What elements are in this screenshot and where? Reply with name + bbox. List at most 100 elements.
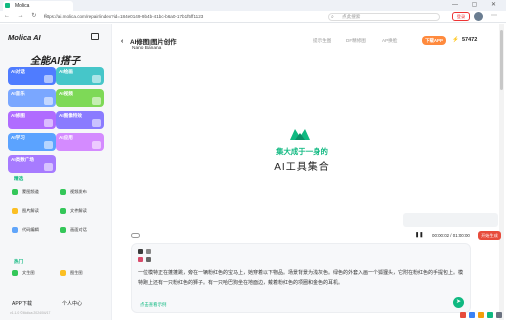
tool-tile-icon bbox=[92, 119, 101, 127]
list-item-icon bbox=[60, 189, 66, 195]
tab-face-swap[interactable]: AP换脸 bbox=[382, 38, 397, 44]
attachment-icon[interactable] bbox=[146, 249, 151, 254]
list-item-icon bbox=[12, 227, 18, 233]
tool-tile-icon bbox=[92, 141, 101, 149]
tool-tile-label: AI学习 bbox=[11, 135, 25, 140]
tool-tile[interactable]: AI图像特效 bbox=[56, 111, 104, 129]
tool-tile-label: AI应用 bbox=[59, 135, 73, 140]
hero-title: AI工具集合 bbox=[274, 162, 330, 173]
taskbar-app-icon[interactable] bbox=[460, 312, 466, 318]
taskbar-app-icon[interactable] bbox=[478, 312, 484, 318]
browser-titlebar bbox=[0, 0, 506, 11]
profile-avatar[interactable] bbox=[474, 12, 483, 21]
app-logo[interactable]: Molica AI bbox=[8, 33, 41, 42]
tool-tile-icon bbox=[44, 75, 53, 83]
list-item-label: 文件解读 bbox=[70, 208, 87, 213]
tool-tile[interactable]: AI对话 bbox=[8, 67, 56, 85]
list-item-icon bbox=[12, 270, 18, 276]
prompt-text[interactable]: 一位模特正在蓬蓬跳，旁在一辆粉红色的宝马上，她穿着以下物品。场景背景为浅灰色。绿… bbox=[138, 268, 464, 288]
url-field[interactable]: https://ai.molica.com/repair/index?id=18… bbox=[44, 13, 314, 21]
app-download-link[interactable]: APP下载 bbox=[12, 299, 32, 309]
search-placeholder: 点此搜索 bbox=[342, 14, 361, 19]
model-selector[interactable]: Nano Banana bbox=[132, 46, 161, 51]
tool-tile-label: AI视频 bbox=[59, 91, 73, 96]
tool-tile[interactable]: AI音乐 bbox=[8, 89, 56, 107]
credits-icon: ⚡ bbox=[452, 37, 459, 43]
send-icon[interactable]: ➤ bbox=[453, 297, 464, 308]
sidebar-list-item[interactable]: 图生图 bbox=[58, 267, 104, 279]
window-controls[interactable]: — ▢ ✕ bbox=[452, 1, 502, 8]
example-hint-link[interactable]: 点击查看示例 bbox=[140, 302, 166, 308]
taskbar-app-icon[interactable] bbox=[487, 312, 493, 318]
attachment-icon[interactable] bbox=[138, 257, 143, 262]
sidebar-list-item[interactable]: 代码编辑 bbox=[10, 224, 56, 236]
search-icon: ⌕ bbox=[331, 14, 334, 20]
version-text: v1.1.0 ©Molica 2024/04/17 bbox=[10, 311, 51, 315]
tool-tile-icon bbox=[92, 97, 101, 105]
tab-prompt-image[interactable]: 提示生图 bbox=[313, 38, 331, 44]
list-item-icon bbox=[12, 189, 18, 195]
list-item-label: 代码编辑 bbox=[22, 227, 39, 232]
tool-tile-icon bbox=[44, 163, 53, 171]
back-icon[interactable]: ‹ bbox=[121, 38, 123, 45]
sidebar-list-item[interactable]: 文件解读 bbox=[58, 205, 104, 217]
brand-logo-icon bbox=[290, 129, 310, 140]
taskbar-app-icon[interactable] bbox=[469, 312, 475, 318]
list-item-label: 文生图 bbox=[22, 270, 35, 275]
list-item-label: 画面对话 bbox=[70, 227, 87, 232]
group-title-featured: 精选 bbox=[14, 176, 24, 181]
floating-panel bbox=[403, 213, 498, 227]
tool-tile-label: AI类数广场 bbox=[11, 157, 34, 162]
tab-title: Molica bbox=[15, 3, 30, 9]
sidebar-list-item[interactable]: 文生图 bbox=[10, 267, 56, 279]
tool-tile-icon bbox=[44, 119, 53, 127]
tool-tile[interactable]: AI绘画 bbox=[56, 67, 104, 85]
login-button[interactable]: 登录 bbox=[452, 12, 470, 21]
list-item-icon bbox=[12, 208, 18, 214]
credits-count: 57472 bbox=[462, 37, 478, 43]
browser-tab[interactable]: Molica bbox=[3, 1, 73, 11]
favicon-icon bbox=[5, 3, 10, 8]
tool-tile-label: AI对话 bbox=[11, 69, 25, 74]
tool-tile[interactable]: AI类数广场 bbox=[8, 155, 56, 173]
tool-tile-icon bbox=[44, 97, 53, 105]
list-item-label: 图片解读 bbox=[22, 208, 39, 213]
list-item-icon bbox=[60, 208, 66, 214]
sidebar-list-item[interactable]: 视频发布 bbox=[58, 186, 104, 198]
tool-tile[interactable]: AI应用 bbox=[56, 133, 104, 151]
tool-tile-icon bbox=[92, 75, 101, 83]
hero-tagline: 集大成于一身的 bbox=[276, 147, 328, 156]
more-icon[interactable]: ⋯ bbox=[491, 12, 497, 19]
slogan: 全能AI搭子 bbox=[30, 56, 80, 67]
sidebar-list-item[interactable]: 图片解读 bbox=[10, 205, 56, 217]
pause-icon[interactable]: ❚❚ bbox=[415, 232, 423, 238]
tool-tile-label: AI图像特效 bbox=[59, 113, 82, 118]
attachment-icon[interactable] bbox=[138, 249, 143, 254]
attachment-icon[interactable] bbox=[146, 257, 151, 262]
list-item-label: 蒙图频道 bbox=[22, 189, 39, 194]
scrollbar-thumb[interactable] bbox=[500, 30, 503, 90]
download-app-button[interactable]: 下载APP bbox=[422, 36, 446, 45]
page-title: AI修图|图片创作 bbox=[130, 39, 177, 46]
taskbar-app-icon[interactable] bbox=[496, 312, 502, 318]
generate-button[interactable]: 开始生成 bbox=[478, 231, 501, 240]
toggle-switch[interactable] bbox=[131, 233, 140, 238]
time-readout: 00:00:02 / 01:00:00 bbox=[432, 233, 470, 238]
list-item-label: 视频发布 bbox=[70, 189, 87, 194]
tool-tile-label: AI音乐 bbox=[11, 91, 25, 96]
sidebar-list-item[interactable]: 画面对话 bbox=[58, 224, 104, 236]
list-item-icon bbox=[60, 270, 66, 276]
tool-tile-icon bbox=[44, 141, 53, 149]
group-title-hot: 热门 bbox=[14, 259, 24, 264]
personal-center-link[interactable]: 个人中心 bbox=[62, 299, 82, 309]
sidebar-toggle-icon[interactable] bbox=[91, 33, 99, 40]
list-item-label: 图生图 bbox=[70, 270, 83, 275]
tool-tile[interactable]: AI视频 bbox=[56, 89, 104, 107]
tab-refine[interactable]: DF精修图 bbox=[346, 38, 366, 44]
sidebar-list-item[interactable]: 蒙图频道 bbox=[10, 186, 56, 198]
tool-tile-label: AI修图 bbox=[11, 113, 25, 118]
tool-tile[interactable]: AI学习 bbox=[8, 133, 56, 151]
tool-tile-label: AI绘画 bbox=[59, 69, 73, 74]
tool-tile[interactable]: AI修图 bbox=[8, 111, 56, 129]
list-item-icon bbox=[60, 227, 66, 233]
